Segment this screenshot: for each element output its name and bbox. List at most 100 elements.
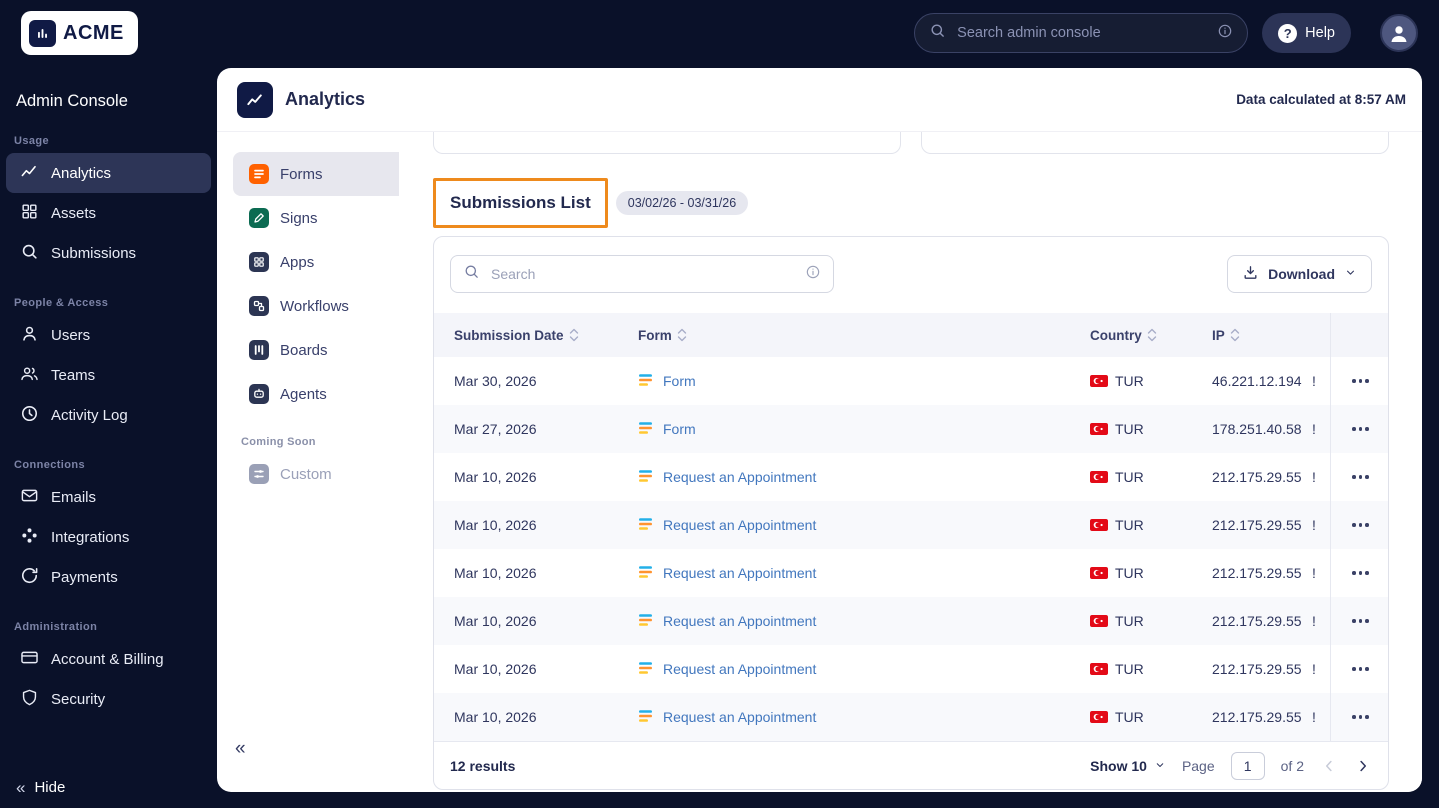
panel-body: Forms Signs Apps xyxy=(217,132,1422,792)
row-actions-menu[interactable] xyxy=(1348,469,1373,485)
row-actions-menu[interactable] xyxy=(1348,613,1373,629)
admin-search-input[interactable] xyxy=(955,24,1208,42)
submission-date-cell: Mar 10, 2026 xyxy=(434,469,638,485)
form-link[interactable]: Request an Appointment xyxy=(638,516,1090,535)
line-chart-icon xyxy=(20,162,39,185)
page-number-input[interactable] xyxy=(1231,752,1265,780)
info-icon[interactable] xyxy=(805,264,821,285)
ip-cell: 178.251.40.58 xyxy=(1212,421,1312,437)
acme-logo[interactable]: ACME xyxy=(21,11,138,55)
form-icon xyxy=(638,660,654,679)
row-actions-menu[interactable] xyxy=(1348,421,1373,437)
row-actions-menu[interactable] xyxy=(1348,373,1373,389)
subnav-item-agents[interactable]: Agents xyxy=(233,372,399,416)
form-link[interactable]: Request an Appointment xyxy=(638,708,1090,727)
header-submission-date[interactable]: Submission Date xyxy=(434,313,638,357)
country-code: TUR xyxy=(1115,613,1144,629)
table-footer: 12 results Show 10 Page of 2 xyxy=(434,741,1388,789)
form-cell: Request an Appointment xyxy=(638,564,1090,583)
country-cell: TUR xyxy=(1090,661,1212,677)
show-per-page-dropdown[interactable]: Show 10 xyxy=(1090,758,1166,774)
clipped-cell: ! xyxy=(1312,661,1330,677)
sidebar-item-activity-log[interactable]: Activity Log xyxy=(6,395,211,435)
submission-date-cell: Mar 10, 2026 xyxy=(434,565,638,581)
avatar[interactable] xyxy=(1380,14,1418,52)
chart-card-partial xyxy=(921,132,1389,154)
form-link[interactable]: Request an Appointment xyxy=(638,660,1090,679)
subnav-item-boards[interactable]: Boards xyxy=(233,328,399,372)
section-head: Submissions List 03/02/26 - 03/31/26 xyxy=(433,178,1389,228)
sidebar-item-analytics[interactable]: Analytics xyxy=(6,153,211,193)
country-cell: TUR xyxy=(1090,565,1212,581)
header-form[interactable]: Form xyxy=(638,313,1090,357)
sidebar-item-users[interactable]: Users xyxy=(6,315,211,355)
header-ip[interactable]: IP xyxy=(1212,313,1312,357)
sidebar-item-account-billing[interactable]: Account & Billing xyxy=(6,639,211,679)
section-label-people-access: People & Access xyxy=(14,297,217,309)
subnav-item-signs[interactable]: Signs xyxy=(233,196,399,240)
table-row: Mar 10, 2026 Request an Appointment TUR xyxy=(434,597,1388,645)
country-cell: TUR xyxy=(1090,517,1212,533)
row-actions-menu[interactable] xyxy=(1348,517,1373,533)
credit-card-icon xyxy=(20,648,39,671)
row-actions-menu[interactable] xyxy=(1348,709,1373,725)
analytics-subnav: Forms Signs Apps xyxy=(217,132,399,792)
clipped-cell: ! xyxy=(1312,613,1330,629)
sidebar-item-teams[interactable]: Teams xyxy=(6,355,211,395)
form-link[interactable]: Form xyxy=(638,420,1090,439)
form-link[interactable]: Request an Appointment xyxy=(638,564,1090,583)
table-search-box[interactable] xyxy=(450,255,834,293)
ip-cell: 212.175.29.55 xyxy=(1212,469,1312,485)
subnav-collapse-button[interactable]: « xyxy=(235,738,246,760)
sidebar-item-assets[interactable]: Assets xyxy=(6,193,211,233)
country-code: TUR xyxy=(1115,373,1144,389)
row-actions-menu[interactable] xyxy=(1348,565,1373,581)
row-actions-menu[interactable] xyxy=(1348,661,1373,677)
table-search-input[interactable] xyxy=(489,265,796,283)
acme-logo-icon xyxy=(29,20,56,47)
logo-text: ACME xyxy=(63,22,124,45)
table-row: Mar 30, 2026 Form TUR xyxy=(434,357,1388,405)
form-cell: Request an Appointment xyxy=(638,660,1090,679)
help-button[interactable]: ? Help xyxy=(1262,13,1351,53)
form-icon xyxy=(638,708,654,727)
turkey-flag-icon xyxy=(1090,567,1108,579)
form-cell: Request an Appointment xyxy=(638,468,1090,487)
sort-icon xyxy=(677,328,687,342)
subnav-item-apps[interactable]: Apps xyxy=(233,240,399,284)
sidebar-hide-button[interactable]: « Hide xyxy=(16,779,65,796)
panel-header: Analytics Data calculated at 8:57 AM xyxy=(217,68,1422,132)
country-code: TUR xyxy=(1115,565,1144,581)
download-button[interactable]: Download xyxy=(1227,255,1372,293)
table-row: Mar 10, 2026 Request an Appointment TUR xyxy=(434,693,1388,741)
refresh-icon xyxy=(20,566,39,589)
form-link[interactable]: Form xyxy=(638,372,1090,391)
form-icon xyxy=(638,564,654,583)
prev-page-button[interactable] xyxy=(1320,757,1338,775)
clock-icon xyxy=(20,404,39,427)
sidebar-item-payments[interactable]: Payments xyxy=(6,557,211,597)
row-actions-cell xyxy=(1330,357,1389,405)
sidebar-item-integrations[interactable]: Integrations xyxy=(6,517,211,557)
ip-cell: 212.175.29.55 xyxy=(1212,709,1312,725)
info-icon[interactable] xyxy=(1217,23,1233,44)
country-code: TUR xyxy=(1115,469,1144,485)
next-page-button[interactable] xyxy=(1354,757,1372,775)
subnav-item-workflows[interactable]: Workflows xyxy=(233,284,399,328)
sidebar-item-submissions[interactable]: Submissions xyxy=(6,233,211,273)
subnav-item-forms[interactable]: Forms xyxy=(233,152,399,196)
ip-cell: 212.175.29.55 xyxy=(1212,565,1312,581)
pagination-controls: Show 10 Page of 2 xyxy=(1090,752,1372,780)
sidebar-item-security[interactable]: Security xyxy=(6,679,211,719)
form-link[interactable]: Request an Appointment xyxy=(638,468,1090,487)
sort-icon xyxy=(1230,328,1240,342)
turkey-flag-icon xyxy=(1090,423,1108,435)
sidebar-item-emails[interactable]: Emails xyxy=(6,477,211,517)
admin-search-bar[interactable] xyxy=(914,13,1248,53)
header-country[interactable]: Country xyxy=(1090,313,1212,357)
form-link[interactable]: Request an Appointment xyxy=(638,612,1090,631)
clipped-cell: ! xyxy=(1312,469,1330,485)
turkey-flag-icon xyxy=(1090,711,1108,723)
turkey-flag-icon xyxy=(1090,519,1108,531)
annotation-highlight-box: Submissions List xyxy=(433,178,608,228)
